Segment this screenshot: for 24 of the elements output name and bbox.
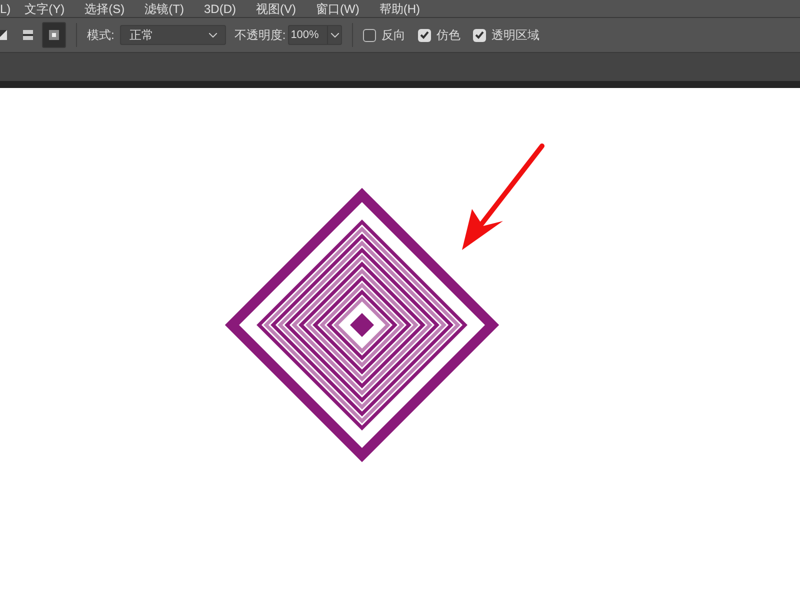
menu-item[interactable]: L) <box>0 2 11 16</box>
arrow-icon <box>462 144 544 250</box>
menu-item[interactable]: 窗口(W) <box>316 2 360 16</box>
opacity-field[interactable]: 100% <box>288 25 342 45</box>
menu-item[interactable]: 视图(V) <box>256 2 296 16</box>
checkbox[interactable] <box>418 28 431 42</box>
menu-item[interactable]: 滤镜(T) <box>144 2 184 16</box>
checkbox[interactable] <box>362 28 376 42</box>
caret-icon <box>330 32 339 38</box>
field-label: 反向 <box>382 27 406 44</box>
menu-item[interactable]: 选择(S) <box>84 2 125 16</box>
field-label: 仿色 <box>436 27 461 44</box>
gradient-icon <box>21 28 35 42</box>
menu-item[interactable]: 文字(Y) <box>24 2 65 16</box>
field-label: 不透明度: <box>234 27 286 44</box>
field-label: 模式: <box>87 27 114 44</box>
checkbox[interactable] <box>472 28 486 42</box>
mode-dropdown[interactable]: 正常 <box>120 25 226 45</box>
menu-item[interactable]: 帮助(H) <box>379 2 420 16</box>
gradient-icon <box>47 28 61 42</box>
caret-icon <box>209 32 218 38</box>
gradient-type-button[interactable] <box>42 22 66 48</box>
menu-item[interactable]: 3D(D) <box>204 2 236 16</box>
field-label: 透明区域 <box>492 27 540 44</box>
